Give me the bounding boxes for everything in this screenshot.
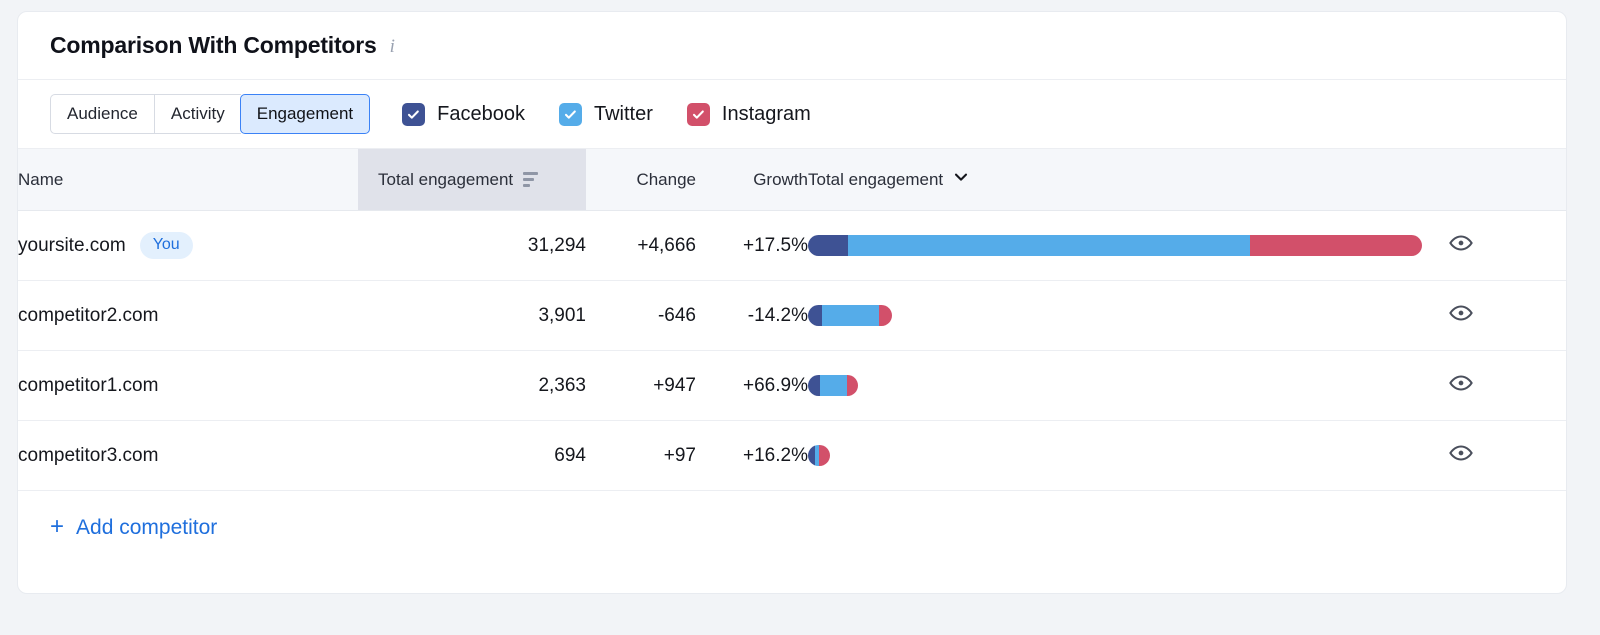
- bar-segment-facebook: [808, 445, 815, 466]
- cell-total-engagement: 2,363: [358, 351, 586, 421]
- column-header-change-label: Change: [636, 170, 696, 190]
- competitor-name: competitor2.com: [18, 305, 158, 327]
- column-header-bar-metric-label: Total engagement: [808, 170, 943, 190]
- cell-bar: [808, 351, 1448, 421]
- bar-segment-instagram: [879, 305, 892, 326]
- tab-audience[interactable]: Audience: [50, 94, 154, 134]
- checkbox-twitter[interactable]: Twitter: [559, 103, 653, 126]
- column-header-total-engagement[interactable]: Total engagement: [358, 149, 586, 211]
- checkbox-label-instagram: Instagram: [722, 103, 811, 126]
- competitor-name: competitor3.com: [18, 445, 158, 467]
- cell-name: competitor3.com: [18, 421, 358, 491]
- cell-actions: [1448, 281, 1566, 351]
- cell-change: -646: [586, 281, 696, 351]
- plus-icon: +: [50, 515, 64, 539]
- add-competitor-label: Add competitor: [76, 516, 217, 540]
- cell-growth: +17.5%: [696, 211, 808, 281]
- cell-name: competitor2.com: [18, 281, 358, 351]
- bar-segment-twitter: [822, 305, 878, 326]
- info-icon[interactable]: i: [390, 37, 395, 56]
- sort-descending-icon[interactable]: [523, 172, 538, 187]
- table-row[interactable]: competitor1.com 2,363 +947 +66.9%: [18, 351, 1566, 421]
- bar-segment-instagram: [847, 375, 858, 396]
- cell-change: +97: [586, 421, 696, 491]
- network-filters: Facebook Twitter Instagram: [402, 103, 811, 126]
- bar-segment-twitter: [848, 235, 1250, 256]
- cell-change: +4,666: [586, 211, 696, 281]
- competitor-name: yoursite.com: [18, 235, 126, 257]
- competitors-table: Name Total engagement Change Growth To: [18, 148, 1566, 491]
- column-header-total-engagement-label: Total engagement: [378, 170, 513, 190]
- eye-icon[interactable]: [1448, 440, 1474, 466]
- status-badge: You: [140, 232, 193, 259]
- table-body: yoursite.com You 31,294 +4,666 +17.5%: [18, 211, 1566, 491]
- cell-name: competitor1.com: [18, 351, 358, 421]
- metric-segmented-control: Audience Activity Engagement: [50, 94, 370, 134]
- bar-segment-instagram: [1250, 235, 1422, 256]
- checkbox-facebook[interactable]: Facebook: [402, 103, 525, 126]
- eye-icon[interactable]: [1448, 300, 1474, 326]
- add-competitor-button[interactable]: + Add competitor: [50, 516, 217, 540]
- table-header: Name Total engagement Change Growth To: [18, 149, 1566, 211]
- checkbox-label-facebook: Facebook: [437, 103, 525, 126]
- column-header-growth[interactable]: Growth: [696, 149, 808, 211]
- card-footer: + Add competitor: [18, 491, 1566, 565]
- checkbox-checked-icon: [402, 103, 425, 126]
- checkbox-instagram[interactable]: Instagram: [687, 103, 811, 126]
- cell-growth: -14.2%: [696, 281, 808, 351]
- stacked-bar: [808, 375, 858, 396]
- cell-total-engagement: 31,294: [358, 211, 586, 281]
- bar-segment-twitter: [820, 375, 847, 396]
- bar-segment-facebook: [808, 305, 822, 326]
- bar-segment-facebook: [808, 235, 848, 256]
- cell-actions: [1448, 421, 1566, 491]
- tab-engagement[interactable]: Engagement: [240, 94, 370, 134]
- chevron-down-icon[interactable]: [953, 169, 969, 190]
- eye-icon[interactable]: [1448, 370, 1474, 396]
- stacked-bar: [808, 305, 892, 326]
- bar-segment-instagram: [819, 445, 830, 466]
- cell-name: yoursite.com You: [18, 211, 358, 281]
- competitor-name: competitor1.com: [18, 375, 158, 397]
- tab-activity[interactable]: Activity: [154, 94, 241, 134]
- card-header: Comparison With Competitors i: [18, 12, 1566, 80]
- cell-bar: [808, 211, 1448, 281]
- table-row[interactable]: competitor2.com 3,901 -646 -14.2%: [18, 281, 1566, 351]
- cell-bar: [808, 421, 1448, 491]
- cell-growth: +16.2%: [696, 421, 808, 491]
- cell-growth: +66.9%: [696, 351, 808, 421]
- eye-icon[interactable]: [1448, 230, 1474, 256]
- toolbar: Audience Activity Engagement Facebook Tw…: [18, 80, 1566, 148]
- cell-total-engagement: 3,901: [358, 281, 586, 351]
- stacked-bar: [808, 235, 1422, 256]
- cell-actions: [1448, 351, 1566, 421]
- column-header-growth-label: Growth: [753, 170, 808, 190]
- cell-change: +947: [586, 351, 696, 421]
- table-row[interactable]: yoursite.com You 31,294 +4,666 +17.5%: [18, 211, 1566, 281]
- bar-segment-facebook: [808, 375, 820, 396]
- checkbox-label-twitter: Twitter: [594, 103, 653, 126]
- checkbox-checked-icon: [559, 103, 582, 126]
- cell-total-engagement: 694: [358, 421, 586, 491]
- column-header-bar-metric[interactable]: Total engagement: [808, 149, 1448, 211]
- comparison-card: Comparison With Competitors i Audience A…: [17, 11, 1567, 594]
- table-row[interactable]: competitor3.com 694 +97 +16.2%: [18, 421, 1566, 491]
- stacked-bar: [808, 445, 830, 466]
- cell-bar: [808, 281, 1448, 351]
- column-header-change[interactable]: Change: [586, 149, 696, 211]
- table-header-row: Name Total engagement Change Growth To: [18, 149, 1566, 211]
- cell-actions: [1448, 211, 1566, 281]
- page-title: Comparison With Competitors: [50, 32, 377, 59]
- column-header-actions: [1448, 149, 1566, 211]
- column-header-name-label: Name: [18, 170, 63, 190]
- checkbox-checked-icon: [687, 103, 710, 126]
- column-header-name[interactable]: Name: [18, 149, 358, 211]
